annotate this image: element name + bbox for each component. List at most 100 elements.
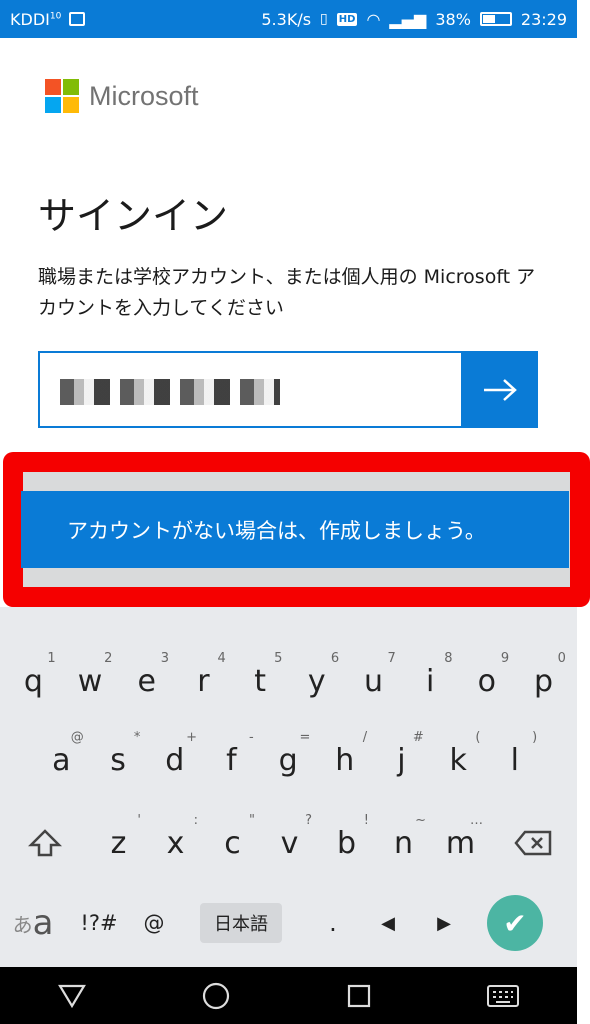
key-hint: " (249, 813, 255, 828)
signal-icon: ▂▄▆ (389, 9, 427, 29)
key-hint: ? (305, 813, 312, 828)
input-mode-key[interactable]: あa (0, 883, 66, 963)
key-label: h (335, 742, 355, 778)
key-label: x (166, 825, 185, 861)
key-label: r (197, 663, 210, 699)
key-hint: ( (475, 730, 481, 745)
key-g[interactable]: = g (260, 720, 317, 800)
key-label: w (77, 663, 103, 699)
key-hint: 2 (104, 651, 113, 666)
key-v[interactable]: ? v (261, 803, 318, 883)
key-hint: - (249, 730, 254, 745)
key-hint: : (193, 813, 198, 828)
navigation-bar (0, 967, 577, 1024)
recents-icon[interactable] (346, 983, 372, 1009)
period-key[interactable]: . (306, 883, 360, 963)
key-h[interactable]: / h (316, 720, 373, 800)
key-hint: + (186, 730, 198, 745)
key-q[interactable]: 1q (5, 641, 62, 721)
next-button[interactable] (461, 351, 538, 428)
shift-icon (28, 829, 62, 857)
enter-key[interactable]: ✔ (472, 883, 558, 963)
home-icon[interactable] (201, 981, 231, 1011)
key-label: i (425, 663, 435, 699)
key-y[interactable]: 6y (288, 641, 345, 721)
key-hint: @ (70, 730, 84, 745)
carrier-label: KDDI10 (10, 9, 62, 29)
key-u[interactable]: 7u (345, 641, 402, 721)
key-z[interactable]: ' z (90, 803, 147, 883)
key-label: m (445, 825, 476, 861)
symbols-key[interactable]: !?# (66, 883, 132, 963)
key-c[interactable]: " c (204, 803, 261, 883)
key-s[interactable]: * s (90, 720, 147, 800)
page-title: サインイン (38, 194, 229, 238)
backspace-icon (514, 830, 552, 856)
keyboard-switch-icon[interactable] (486, 984, 520, 1008)
key-hint: ! (363, 813, 369, 828)
page-description: 職場または学校アカウント、または個人用の Microsoft アカウントを入力し… (38, 266, 536, 319)
key-label: t (254, 663, 266, 699)
key-x[interactable]: :x (147, 803, 204, 883)
backspace-key[interactable] (489, 803, 577, 883)
key-label: a (52, 742, 71, 778)
key-label: g (278, 742, 298, 778)
battery-percent: 38% (435, 9, 471, 29)
cursor-left-icon: ◀ (381, 912, 395, 934)
shift-key[interactable] (0, 803, 90, 883)
key-m[interactable]: … m (432, 803, 489, 883)
key-p[interactable]: 0p (515, 641, 572, 721)
key-l[interactable]: ) l (487, 720, 544, 800)
key-label: j (397, 742, 406, 778)
redacted-text (60, 379, 280, 405)
key-j[interactable]: # j (373, 720, 430, 800)
key-hint: 6 (330, 651, 340, 666)
key-label: z (110, 825, 127, 861)
key-hint: / (362, 730, 368, 745)
key-d[interactable]: + d (146, 720, 203, 800)
key-r[interactable]: 4r (175, 641, 232, 721)
email-field[interactable] (38, 351, 461, 428)
microsoft-logo: Microsoft (45, 79, 199, 113)
key-e[interactable]: 3e (118, 641, 175, 721)
key-a[interactable]: @ a (33, 720, 90, 800)
key-label: y (307, 663, 326, 699)
clock: 23:29 (520, 9, 567, 29)
vibrate-icon: ▯ (320, 11, 328, 27)
key-hint: ~ (415, 813, 426, 828)
key-t[interactable]: 5t (232, 641, 289, 721)
key-label: f (226, 742, 237, 778)
key-label: b (336, 825, 357, 861)
key-hint: 1 (47, 651, 56, 666)
cursor-left-key[interactable]: ◀ (360, 883, 416, 963)
ime-key[interactable]: 日本語 (176, 883, 306, 963)
key-label: q (23, 663, 43, 699)
net-speed: 5.3K/s (261, 9, 312, 29)
back-icon[interactable] (57, 983, 87, 1009)
key-label: u (363, 663, 383, 699)
key-f[interactable]: -f (203, 720, 260, 800)
create-account-button[interactable]: アカウントがない場合は、作成しましょう。 (21, 491, 569, 568)
key-hint: ) (532, 730, 538, 745)
key-hint: 3 (160, 651, 170, 666)
status-bar: KDDI10 5.3K/s ▯ HD ◠ ▂▄▆ 38% 23:29 (0, 0, 577, 38)
cursor-right-key[interactable]: ▶ (416, 883, 472, 963)
key-b[interactable]: ! b (318, 803, 375, 883)
key-hint: 5 (274, 651, 283, 666)
key-label: o (477, 663, 497, 699)
at-key[interactable]: @ (132, 883, 176, 963)
key-hint: = (299, 730, 311, 745)
key-i[interactable]: 8i (402, 641, 459, 721)
key-w[interactable]: 2w (62, 641, 119, 721)
key-hint: # (412, 730, 424, 745)
key-k[interactable]: (k (430, 720, 487, 800)
key-hint: 8 (444, 651, 453, 666)
battery-icon (479, 12, 512, 26)
key-n[interactable]: ~ n (375, 803, 432, 883)
key-o[interactable]: 9o (459, 641, 516, 721)
key-label: p (534, 663, 554, 699)
key-hint: * (133, 730, 141, 745)
key-label: n (393, 825, 413, 861)
hd-icon: HD (336, 12, 358, 26)
key-label: k (449, 742, 467, 778)
